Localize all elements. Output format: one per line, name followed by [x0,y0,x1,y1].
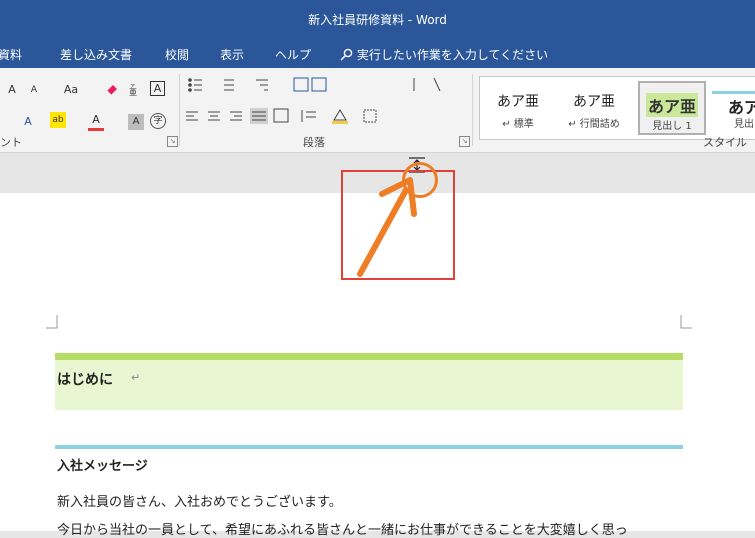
search-icon [340,48,353,61]
highlight-button[interactable]: ab [50,112,66,128]
style-sample: あア亜 [646,93,698,117]
eraser-icon [106,85,117,96]
arrow-icon [357,177,417,277]
char-border-button[interactable]: A [150,81,165,96]
margin-corner-mark [46,315,58,329]
style-heading-2[interactable]: あア 見出 [712,81,755,131]
font-dialog-launcher[interactable]: ↘ [167,136,178,147]
group-separator [179,74,180,146]
paragraph-mark: ↵ [131,371,141,384]
style-no-spacing[interactable]: あア亜 ↵ 行間詰め [562,81,626,131]
paragraph-group-label: 段落 [303,136,325,149]
shrink-font-button[interactable]: A [26,82,42,98]
styles-gallery: あア亜 ↵ 標準 あア亜 ↵ 行間詰め あア亜 見出し 1 あア 見出 [479,76,755,140]
heading1-block [55,353,683,410]
paragraph-dialog-launcher[interactable]: ↘ [459,136,470,147]
change-case-button[interactable]: Aa [56,82,86,98]
styles-group-label: スタイル [703,136,747,149]
group-separator [472,74,473,146]
tab-mailings[interactable]: 差し込み文書 [60,46,132,63]
body-line[interactable]: 新入社員の皆さん、入社おめでとうございます。 [57,491,342,510]
ribbon-tabs: 資料 差し込み文書 校閲 表示 ヘルプ 実行したい作業を入力してください [0,40,755,68]
style-sample: あア亜 [497,94,539,110]
clear-format-button[interactable] [104,82,120,98]
tab-references[interactable]: 資料 [0,46,22,63]
style-name: ↵ 標準 [502,119,534,130]
heading1-text[interactable]: はじめに [57,369,113,389]
tab-view[interactable]: 表示 [220,46,244,63]
style-heading-1[interactable]: あア亜 見出し 1 [638,81,706,135]
tell-me-placeholder: 実行したい作業を入力してください [356,48,549,62]
tab-help[interactable]: ヘルプ [275,46,311,63]
title-bar: 新入社員研修資料 - Word [0,0,755,40]
svg-text:亜: 亜 [129,88,137,96]
font-color-button[interactable]: A [88,112,104,131]
style-name: 見出 [734,119,754,130]
margin-corner-mark [680,315,692,329]
heading2-rule [55,445,683,449]
style-normal[interactable]: あア亜 ↵ 標準 [486,81,550,131]
window-title: 新入社員研修資料 - Word [308,13,447,27]
enclose-char-button[interactable]: 字 [150,113,166,129]
style-name: ↵ 行間詰め [568,119,620,130]
font-group-label: ント [0,136,22,149]
phonetic-guide-icon: ア亜 [129,84,137,97]
text-effects-button[interactable]: A [20,114,36,130]
body-line[interactable]: 今日から当社の一員として、希望にあふれる皆さんと一緒にお仕事ができることを大変嬉… [57,519,628,538]
phonetic-guide-button[interactable]: ア亜 [126,82,142,98]
ribbon: A A Aa ア亜 A A ab A A 字 ント ↘ 段落 ↘ あア亜 ↵ 標… [0,68,755,153]
tell-me-box[interactable]: 実行したい作業を入力してください [340,46,548,63]
heading2-text[interactable]: 入社メッセージ [57,455,148,474]
style-sample: あア [712,91,755,118]
tab-review[interactable]: 校閲 [165,46,189,63]
paragraph-buttons-icon [186,77,441,124]
style-name: 見出し 1 [652,121,692,132]
grow-font-button[interactable]: A [4,82,20,98]
char-shading-button[interactable]: A [128,114,144,130]
style-sample: あア亜 [573,94,615,110]
